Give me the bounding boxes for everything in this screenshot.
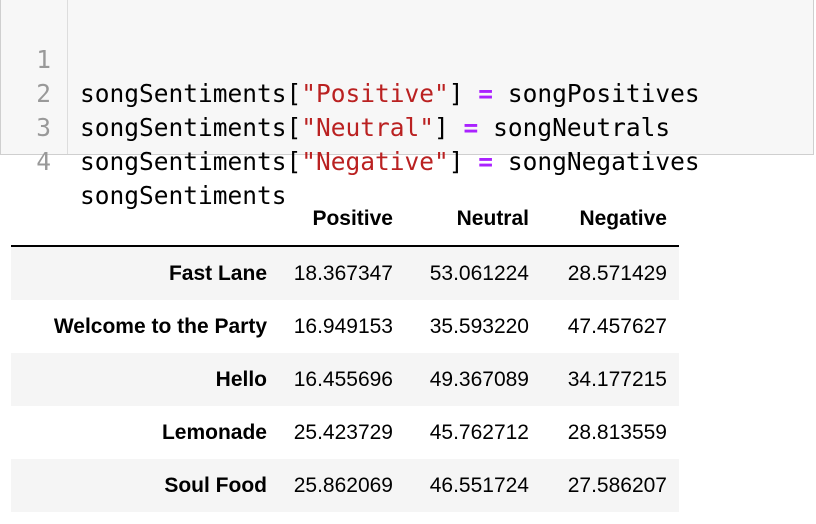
column-header-negative: Negative [579, 207, 667, 230]
table-cell: 16.949153 [293, 314, 393, 338]
table-row: Hello 16.455696 49.367089 34.177215 [11, 353, 679, 406]
code-cell[interactable]: 1 songSentiments["Positive"] = songPosit… [0, 0, 814, 210]
code-variable: songSentiments[ [80, 79, 302, 108]
code-line[interactable]: 1 songSentiments["Positive"] = songPosit… [1, 9, 699, 108]
code-rhs: songNegatives [493, 147, 700, 176]
table-cell: 49.367089 [429, 367, 529, 391]
code-line[interactable]: 2 songSentiments["Neutral"] = songNeutra… [1, 43, 670, 142]
table-cell: 18.367347 [293, 261, 393, 285]
code-variable: songSentiments[ [80, 147, 302, 176]
table-cell: 35.593220 [429, 314, 529, 338]
table-cell: 16.455696 [293, 367, 393, 391]
table-cell: 25.423729 [293, 420, 393, 444]
row-index: Welcome to the Party [53, 314, 267, 338]
code-operator: = [463, 113, 479, 142]
table-cell: 45.762712 [429, 420, 529, 444]
code-text: songSentiments["Neutral"] = songNeutrals [80, 111, 670, 145]
table-header-row: Positive Neutral Negative [11, 193, 679, 246]
index-header [11, 193, 279, 246]
code-rhs: songPositives [493, 79, 700, 108]
code-operator: = [478, 147, 494, 176]
table-row: Welcome to the Party 16.949153 35.593220… [11, 300, 679, 353]
table-row: Lemonade 25.423729 45.762712 28.813559 [11, 406, 679, 459]
table-cell: 34.177215 [567, 367, 667, 391]
code-string: "Neutral" [301, 113, 435, 142]
code-rhs: songNeutrals [478, 113, 671, 142]
code-string: "Negative" [301, 147, 449, 176]
code-text: songSentiments["Negative"] = songNegativ… [80, 145, 700, 179]
code-bracket: ] [448, 79, 479, 108]
table-cell: 46.551724 [429, 473, 529, 497]
column-header-positive: Positive [312, 207, 393, 230]
code-line[interactable]: 3 songSentiments["Negative"] = songNegat… [1, 77, 699, 176]
table-cell: 25.862069 [293, 473, 393, 497]
row-index: Hello [215, 367, 267, 391]
code-text: songSentiments["Positive"] = songPositiv… [80, 77, 700, 111]
table-cell: 28.813559 [567, 420, 667, 444]
code-variable: songSentiments[ [80, 113, 302, 142]
table-cell: 28.571429 [567, 261, 667, 285]
code-line[interactable]: 4 songSentiments [1, 111, 286, 210]
code-operator: = [478, 79, 494, 108]
row-index: Lemonade [161, 420, 267, 444]
output-dataframe: Positive Neutral Negative Fast Lane 18.3… [11, 193, 679, 512]
code-bracket: ] [434, 113, 464, 142]
table-row: Soul Food 25.862069 46.551724 27.586207 [11, 459, 679, 512]
row-index: Soul Food [164, 473, 267, 497]
table-row: Fast Lane 18.367347 53.061224 28.571429 [11, 246, 679, 300]
code-string: "Positive" [301, 79, 449, 108]
column-header-neutral: Neutral [456, 207, 529, 230]
row-index: Fast Lane [168, 261, 267, 285]
table-cell: 27.586207 [567, 473, 667, 497]
line-number: 4 [36, 147, 51, 176]
table-cell: 53.061224 [429, 261, 529, 285]
table-cell: 47.457627 [567, 314, 667, 338]
code-bracket: ] [448, 147, 479, 176]
